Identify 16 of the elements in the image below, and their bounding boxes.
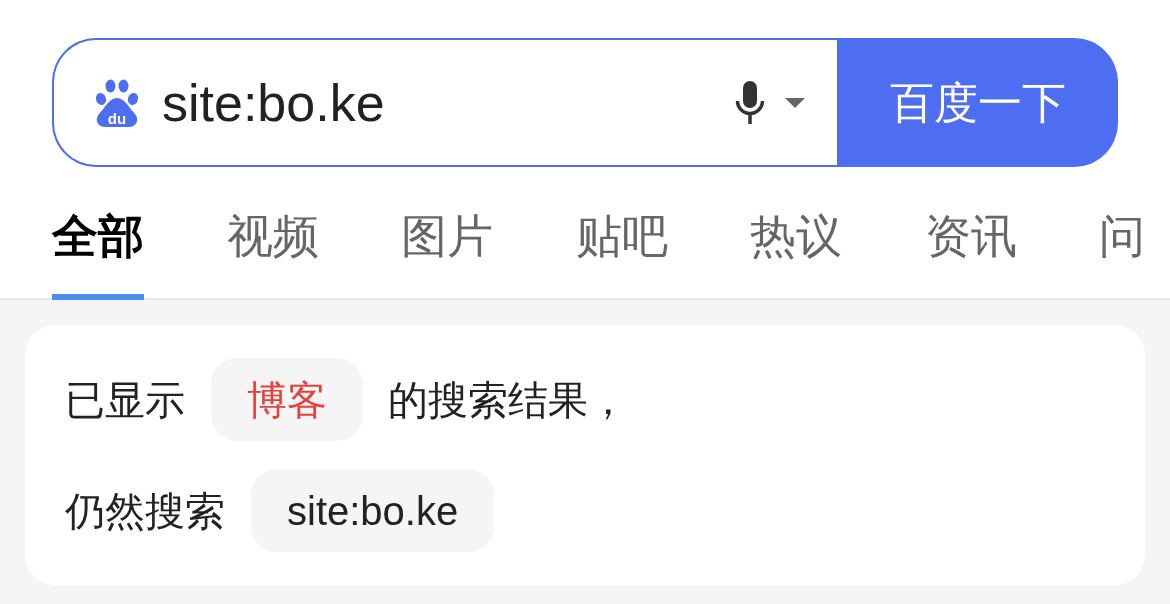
tab[interactable]: 视频 xyxy=(226,213,319,300)
microphone-icon[interactable] xyxy=(735,81,765,124)
tab[interactable]: 问 xyxy=(1099,213,1145,300)
search-field[interactable]: du site:bo.ke xyxy=(52,38,837,167)
notice-text: 仍然搜索 xyxy=(65,490,225,531)
tab[interactable]: 资讯 xyxy=(924,213,1017,300)
search-input[interactable]: site:bo.ke xyxy=(162,70,735,135)
search-button[interactable]: 百度一下 xyxy=(837,38,1118,167)
tab[interactable]: 热议 xyxy=(750,213,842,300)
tab[interactable]: 图片 xyxy=(401,213,493,300)
caret-icon[interactable] xyxy=(785,97,805,108)
tab[interactable]: 贴吧 xyxy=(575,213,668,300)
original-query-link[interactable]: site:bo.ke xyxy=(251,469,495,552)
notice-text: 的搜索结果， xyxy=(388,379,628,420)
notice-text: 已显示 xyxy=(65,379,185,420)
suggested-query-link[interactable]: 博客 xyxy=(211,358,363,441)
